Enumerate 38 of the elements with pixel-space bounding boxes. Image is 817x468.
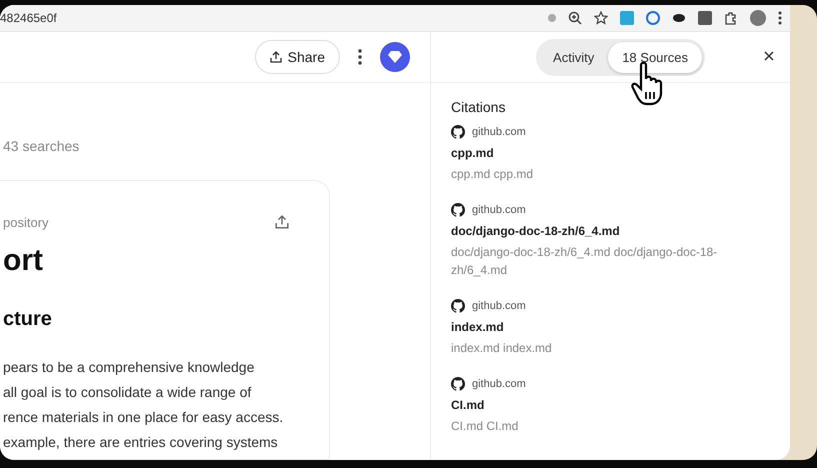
source-domain: github.com (472, 300, 526, 312)
panel-tab[interactable]: Activity (539, 42, 608, 72)
share-button[interactable]: Share (254, 40, 340, 74)
star-icon[interactable] (594, 11, 608, 25)
close-icon (764, 51, 774, 61)
citation-title[interactable]: doc/django-doc-18-zh/6_4.md (451, 224, 770, 238)
github-icon (451, 377, 465, 391)
citation-snippet: cpp.md cpp.md (451, 166, 534, 183)
section-heading: cture (3, 308, 52, 331)
source-domain: github.com (472, 378, 526, 390)
github-icon (451, 125, 465, 139)
citations-title: Citations (451, 99, 506, 115)
report-title: ort (3, 244, 43, 278)
card-label: pository (3, 215, 49, 230)
source-domain: github.com (472, 126, 526, 138)
panel-tab[interactable]: 18 Sources (608, 42, 702, 72)
github-icon (451, 299, 465, 313)
more-icon[interactable] (358, 49, 362, 65)
citation-title[interactable]: CI.md (451, 398, 770, 412)
github-icon (451, 203, 465, 217)
share-icon[interactable] (275, 215, 289, 229)
body-text: rence materials in one place for easy access. (3, 408, 284, 427)
citation-title[interactable]: cpp.md (451, 146, 770, 160)
hand-cursor-icon (631, 62, 665, 106)
citation-snippet: doc/django-doc-18-zh/6_4.md doc/django-doc-18-zh/6_4.md (451, 244, 718, 279)
citation-snippet: index.md index.md (451, 340, 553, 357)
source-domain: github.com (472, 204, 526, 216)
puzzle-icon[interactable] (724, 11, 738, 25)
citation-title[interactable]: index.md (451, 320, 770, 334)
menu-icon[interactable] (778, 11, 782, 25)
citation-snippet: CI.md CI.md (451, 418, 520, 435)
zoom-icon[interactable] (568, 11, 582, 25)
body-text: pears to be a comprehensive knowledge (3, 358, 254, 377)
share-icon (270, 51, 282, 63)
gem-avatar[interactable] (380, 42, 410, 72)
body-text: all goal is to consolidate a wide range of (3, 383, 252, 402)
searches-count[interactable]: 43 searches (3, 138, 430, 154)
body-text: example, there are entries covering systems (3, 433, 278, 452)
